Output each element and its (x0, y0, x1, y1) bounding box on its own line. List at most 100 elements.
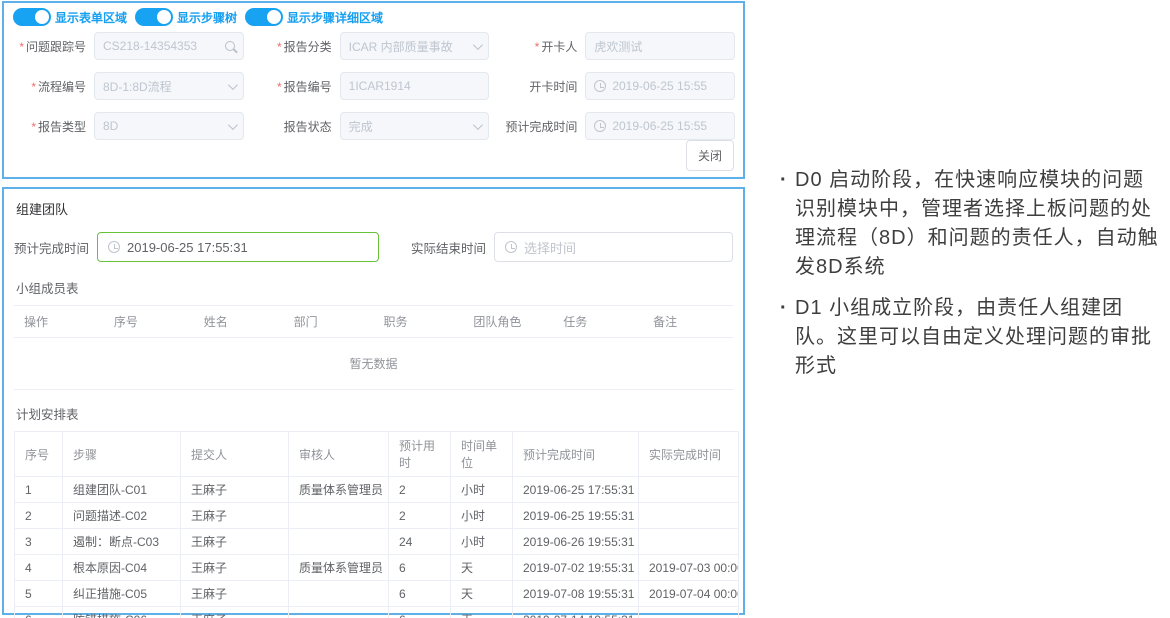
flow-no-select[interactable]: 8D-1:8D流程 (94, 72, 244, 100)
table-cell: 2 (15, 503, 63, 529)
field-report-status: 报告状态 完成 (252, 112, 490, 140)
field-issue-no: *问题跟踪号 CS218-14354353 (6, 32, 244, 60)
field-label: *开卡人 (497, 38, 585, 55)
input-value: 2019-06-25 15:55 (612, 119, 726, 133)
plan-table-header-row: 序号步骤提交人审核人预计用时时间单位预计完成时间实际完成时间 (15, 432, 739, 477)
plan-table-body: 1组建团队-C01王麻子质量体系管理员2小时2019-06-25 17:55:3… (15, 477, 739, 618)
table-cell: 纠正措施-C05 (63, 581, 181, 607)
table-cell: 2019-07-08 19:55:31 (513, 581, 639, 607)
clock-icon (505, 241, 517, 253)
table-cell: 24 (389, 529, 451, 555)
table-cell (289, 529, 389, 555)
step-tree-toggle[interactable] (135, 8, 173, 26)
card-opener-input[interactable]: 虎欢测试 (585, 32, 735, 60)
required-asterisk: * (31, 120, 36, 134)
empty-data-text: 暂无数据 (14, 338, 733, 390)
table-cell: 2019-06-25 17:55:31 (513, 477, 639, 503)
table-row[interactable]: 2问题描述-C02王麻子2小时2019-06-25 19:55:31 (15, 503, 739, 529)
actual-end-time-picker[interactable]: 选择时间 (494, 232, 733, 262)
field-label: *报告编号 (252, 78, 340, 95)
table-cell: 2019-07-04 00:00:00 (639, 581, 739, 607)
close-button[interactable]: 关闭 (686, 140, 734, 171)
table-cell: 天 (451, 607, 513, 618)
table-cell (289, 503, 389, 529)
table-cell: 天 (451, 581, 513, 607)
team-time-row: 预计完成时间 2019-06-25 17:55:31 实际结束时间 选择时间 (14, 232, 733, 262)
chevron-down-icon (473, 120, 483, 130)
form-grid: *问题跟踪号 CS218-14354353 *报告分类 ICAR 内部质量事故 … (4, 28, 743, 140)
table-cell: 质量体系管理员 (289, 555, 389, 581)
table-cell (289, 607, 389, 618)
table-cell: 小时 (451, 477, 513, 503)
field-label: 实际结束时间 (411, 238, 486, 257)
table-cell: 问题描述-C02 (63, 503, 181, 529)
input-value: 2019-06-25 15:55 (612, 79, 726, 93)
table-cell: 2019-07-02 19:55:31 (513, 555, 639, 581)
toggle-form-area: 显示表单区域 (13, 8, 127, 26)
table-row[interactable]: 3遏制：断点-C03王麻子24小时2019-06-26 19:55:31 (15, 529, 739, 555)
members-table-title: 小组成员表 (16, 278, 733, 297)
table-cell (639, 529, 739, 555)
expected-finish-picker[interactable]: 2019-06-25 15:55 (585, 112, 735, 140)
expected-finish-time-picker[interactable]: 2019-06-25 17:55:31 (97, 232, 379, 262)
required-asterisk: * (535, 40, 540, 54)
table-cell: 组建团队-C01 (63, 477, 181, 503)
table-cell: 根本原因-C04 (63, 555, 181, 581)
open-time-picker[interactable]: 2019-06-25 15:55 (585, 72, 735, 100)
toggle-label: 显示步骤树 (177, 9, 237, 26)
field-report-category: *报告分类 ICAR 内部质量事故 (252, 32, 490, 60)
table-row[interactable]: 4根本原因-C04王麻子质量体系管理员6天2019-07-02 19:55:31… (15, 555, 739, 581)
toggle-label: 显示步骤详细区域 (287, 9, 383, 26)
plan-table: 序号步骤提交人审核人预计用时时间单位预计完成时间实际完成时间 1组建团队-C01… (14, 431, 739, 618)
table-cell: 王麻子 (181, 477, 289, 503)
issue-no-input[interactable]: CS218-14354353 (94, 32, 244, 60)
input-value: 2019-06-25 17:55:31 (127, 240, 248, 255)
table-row[interactable]: 6防错措施-C06王麻子6天2019-07-14 19:55:31 (15, 607, 739, 618)
table-cell: 2019-06-26 19:55:31 (513, 529, 639, 555)
table-cell: 2 (389, 503, 451, 529)
table-cell: 质量体系管理员 (289, 477, 389, 503)
members-table-header-row: 操作序号姓名部门职务团队角色任务备注 (14, 306, 733, 338)
field-label: 预计完成时间 (497, 118, 585, 135)
table-row[interactable]: 1组建团队-C01王麻子质量体系管理员2小时2019-06-25 17:55:3… (15, 477, 739, 503)
form-area-toggle[interactable] (13, 8, 51, 26)
column-header: 步骤 (63, 432, 181, 477)
column-header: 备注 (643, 306, 733, 338)
table-cell: 王麻子 (181, 529, 289, 555)
table-cell (639, 607, 739, 618)
chevron-down-icon (228, 80, 238, 90)
step-detail-toggle[interactable] (245, 8, 283, 26)
report-no-input[interactable]: 1ICAR1914 (340, 72, 490, 100)
table-cell: 2 (389, 477, 451, 503)
table-cell: 6 (15, 607, 63, 618)
table-cell: 6 (389, 607, 451, 618)
chevron-down-icon (473, 40, 483, 50)
table-cell: 1 (15, 477, 63, 503)
table-cell: 6 (389, 581, 451, 607)
select-value: ICAR 内部质量事故 (349, 38, 468, 55)
table-cell: 王麻子 (181, 581, 289, 607)
members-table: 操作序号姓名部门职务团队角色任务备注 暂无数据 (14, 305, 733, 390)
report-status-select[interactable]: 完成 (340, 112, 490, 140)
clock-icon (108, 241, 120, 253)
field-label: *报告分类 (252, 38, 340, 55)
required-asterisk: * (277, 40, 282, 54)
plan-table-title: 计划安排表 (16, 404, 733, 423)
form-panel: 显示表单区域 显示步骤树 显示步骤详细区域 *问题跟踪号 CS218-14354… (2, 1, 745, 179)
display-toggles-row: 显示表单区域 显示步骤树 显示步骤详细区域 (4, 3, 743, 28)
panel-title: 组建团队 (16, 199, 733, 218)
report-category-select[interactable]: ICAR 内部质量事故 (340, 32, 490, 60)
field-expected-finish: 预计完成时间 2019-06-25 15:55 (497, 112, 735, 140)
column-header: 序号 (15, 432, 63, 477)
table-row[interactable]: 5纠正措施-C05王麻子6天2019-07-08 19:55:312019-07… (15, 581, 739, 607)
form-footer: 关闭 (686, 140, 734, 171)
column-header: 职务 (374, 306, 464, 338)
table-cell: 防错措施-C06 (63, 607, 181, 618)
column-header: 时间单位 (451, 432, 513, 477)
field-label: *报告类型 (6, 118, 94, 135)
field-card-opener: *开卡人 虎欢测试 (497, 32, 735, 60)
report-type-select[interactable]: 8D (94, 112, 244, 140)
table-cell: 遏制：断点-C03 (63, 529, 181, 555)
table-cell: 小时 (451, 529, 513, 555)
table-cell: 6 (389, 555, 451, 581)
